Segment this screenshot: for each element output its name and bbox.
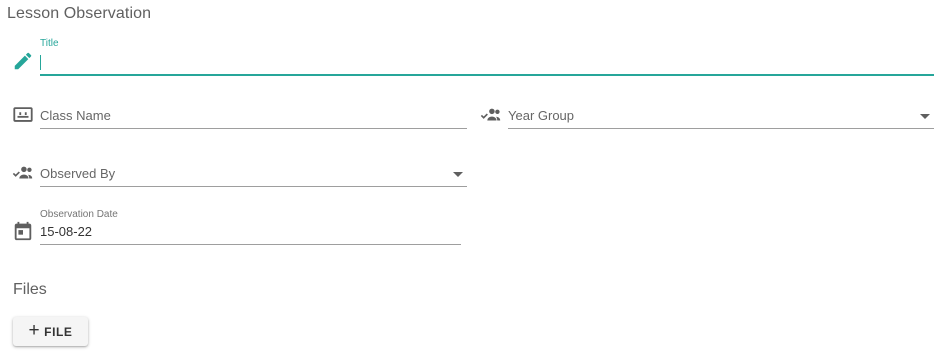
observation-date-field[interactable]: Observation Date 15-08-22 [40, 209, 461, 245]
lesson-observation-form: Lesson Observation Title Class Name Year… [0, 0, 940, 359]
observed-by-underline [40, 186, 467, 187]
class-name-underline [40, 128, 467, 129]
add-file-label: FILE [44, 324, 73, 339]
observed-by-placeholder: Observed By [40, 166, 116, 181]
year-group-placeholder: Year Group [508, 108, 575, 123]
dropdown-arrow-icon[interactable] [453, 172, 463, 177]
observation-date-value: 15-08-22 [40, 224, 93, 239]
group-check-icon [480, 104, 502, 126]
year-group-underline [508, 128, 934, 129]
title-field[interactable]: Title [40, 38, 934, 76]
group-check-icon [12, 162, 34, 184]
year-group-select[interactable]: Year Group [508, 96, 934, 129]
calendar-icon [12, 220, 34, 242]
dropdown-arrow-icon[interactable] [920, 114, 930, 119]
title-label: Title [40, 38, 59, 49]
page-title: Lesson Observation [7, 5, 152, 22]
observation-date-label: Observation Date [40, 209, 118, 220]
text-caret [40, 55, 41, 70]
title-underline [40, 74, 934, 76]
add-file-button[interactable]: + FILE [13, 317, 88, 346]
class-board-icon [12, 104, 34, 126]
class-name-placeholder: Class Name [40, 108, 111, 123]
observation-date-underline [40, 244, 461, 245]
observed-by-select[interactable]: Observed By [40, 154, 467, 187]
files-section-title: Files [13, 281, 47, 298]
plus-icon: + [28, 320, 41, 341]
class-name-field[interactable]: Class Name [40, 96, 467, 129]
pencil-icon [12, 50, 34, 72]
